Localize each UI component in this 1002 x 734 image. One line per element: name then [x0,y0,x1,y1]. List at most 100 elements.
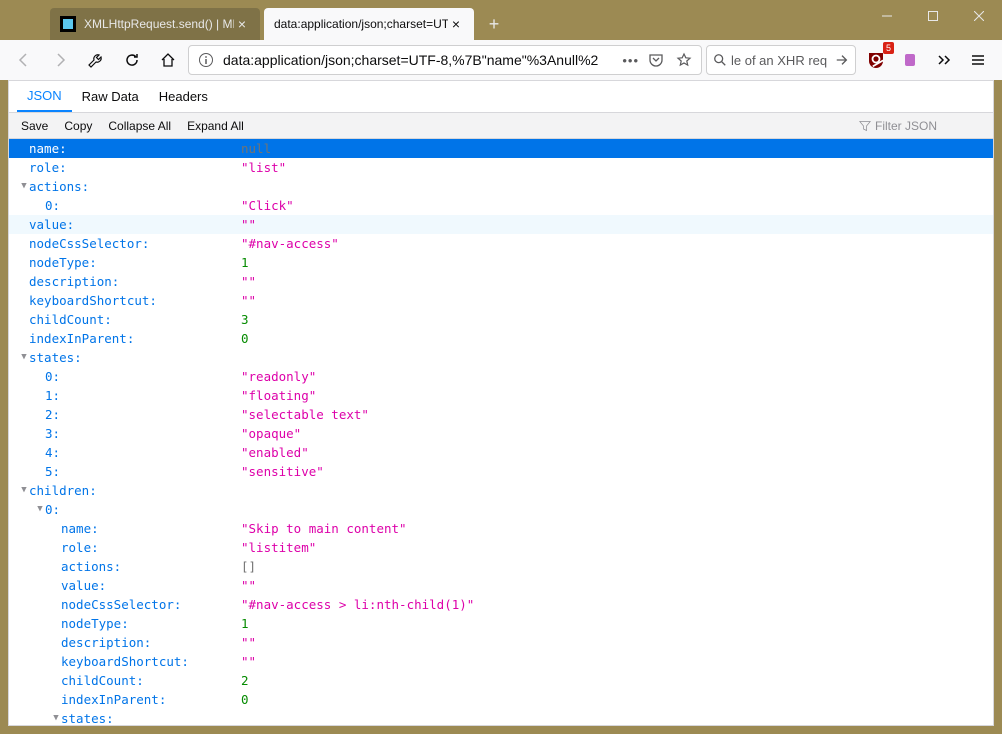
page-action-menu[interactable]: ••• [622,53,639,68]
json-row[interactable]: ▼children: [9,481,993,500]
json-row[interactable]: 0:"readonly" [9,367,993,386]
tab-raw-data[interactable]: Raw Data [72,81,149,112]
json-value: "listitem" [241,540,316,555]
json-row[interactable]: description:"" [9,633,993,652]
json-row[interactable]: childCount:3 [9,310,993,329]
json-value: 0 [241,692,249,707]
json-value: "" [241,293,256,308]
json-key: keyboardShortcut: [61,652,189,671]
back-button[interactable] [8,44,40,76]
json-value: "floating" [241,388,316,403]
json-row[interactable]: childCount:2 [9,671,993,690]
json-value: "Click" [241,198,294,213]
tab-label: XMLHttpRequest.send() | MDN [84,17,234,31]
info-icon[interactable] [195,49,217,71]
home-button[interactable] [152,44,184,76]
expand-all-button[interactable]: Expand All [179,117,252,135]
expand-twisty-icon[interactable]: ▼ [35,500,45,519]
json-row[interactable]: ▼0: [9,500,993,519]
hamburger-menu-icon[interactable] [962,44,994,76]
json-key: nodeCssSelector: [29,234,149,253]
json-key: indexInParent: [61,690,166,709]
json-row[interactable]: 0:"Click" [9,196,993,215]
json-row[interactable]: name:null [9,139,993,158]
json-key: 3: [45,424,60,443]
expand-twisty-icon[interactable]: ▼ [19,348,29,367]
json-row[interactable]: keyboardShortcut: "" [9,291,993,310]
json-row[interactable]: actions:[] [9,557,993,576]
json-row[interactable]: name:"Skip to main content" [9,519,993,538]
json-key: nodeCssSelector: [61,595,181,614]
search-go-icon[interactable] [835,53,849,67]
close-icon[interactable]: × [234,16,250,32]
json-key: value: [29,215,74,234]
json-row[interactable]: indexInParent:0 [9,329,993,348]
json-row[interactable]: ▼actions: [9,177,993,196]
search-input[interactable] [731,53,831,68]
json-value: [] [241,559,256,574]
json-key: children: [29,481,97,500]
json-value: "" [241,274,256,289]
collapse-all-button[interactable]: Collapse All [100,117,179,135]
url-bar[interactable]: data:application/json;charset=UTF-8,%7B"… [188,45,702,75]
forward-button[interactable] [44,44,76,76]
filter-json-input[interactable]: Filter JSON [859,119,989,133]
json-row[interactable]: 2:"selectable text" [9,405,993,424]
tab-headers[interactable]: Headers [149,81,218,112]
json-row[interactable]: role:"list" [9,158,993,177]
save-button[interactable]: Save [13,117,56,135]
json-row[interactable]: value:"" [9,215,993,234]
close-icon[interactable]: × [448,16,464,32]
json-key: childCount: [29,310,112,329]
tab-json[interactable]: JSON [17,81,72,112]
search-bar[interactable] [706,45,856,75]
new-tab-button[interactable]: + [480,10,508,38]
json-value: "enabled" [241,445,309,460]
browser-tab-2[interactable]: data:application/json;charset=UTF × [264,8,474,40]
devtools-button[interactable] [80,44,112,76]
json-row[interactable]: nodeType:1 [9,253,993,272]
json-key: childCount: [61,671,144,690]
tab-label: data:application/json;charset=UTF [274,17,448,31]
ublock-icon[interactable]: 5 [860,44,892,76]
json-row[interactable]: keyboardShortcut:"" [9,652,993,671]
browser-tab-1[interactable]: XMLHttpRequest.send() | MDN × [50,8,260,40]
json-value: "selectable text" [241,407,369,422]
json-row[interactable]: nodeType:1 [9,614,993,633]
json-row[interactable]: nodeCssSelector:"#nav-access" [9,234,993,253]
expand-twisty-icon[interactable]: ▼ [19,177,29,196]
json-tree[interactable]: name:nullrole:"list"▼actions:0:"Click"va… [9,139,993,725]
copy-button[interactable]: Copy [56,117,100,135]
json-value: "readonly" [241,369,316,384]
json-row[interactable]: value:"" [9,576,993,595]
json-row[interactable]: indexInParent: 0 [9,690,993,709]
reload-button[interactable] [116,44,148,76]
json-row[interactable]: 3:"opaque" [9,424,993,443]
json-row[interactable]: 4: "enabled" [9,443,993,462]
json-row[interactable]: ▼states: [9,348,993,367]
json-row[interactable]: 1:"floating" [9,386,993,405]
json-key: 4: [45,443,60,462]
search-icon [713,53,727,67]
extension-icon[interactable] [894,44,926,76]
json-value: "list" [241,160,286,175]
json-value: "" [241,578,256,593]
json-key: states: [61,709,114,725]
maximize-button[interactable] [910,0,956,32]
pocket-icon[interactable] [645,49,667,71]
json-row[interactable]: 5:"sensitive" [9,462,993,481]
expand-twisty-icon[interactable]: ▼ [51,709,61,725]
favicon-mdn [60,16,76,32]
json-row[interactable]: role:"listitem" [9,538,993,557]
json-value: "sensitive" [241,464,324,479]
minimize-button[interactable] [864,0,910,32]
bookmark-star-icon[interactable] [673,49,695,71]
json-row[interactable]: ▼states: [9,709,993,725]
json-key: keyboardShortcut: [29,291,157,310]
overflow-chevrons-icon[interactable] [928,44,960,76]
expand-twisty-icon[interactable]: ▼ [19,481,29,500]
json-key: indexInParent: [29,329,134,348]
json-row[interactable]: nodeCssSelector:"#nav-access > li:nth-ch… [9,595,993,614]
close-window-button[interactable] [956,0,1002,32]
json-row[interactable]: description:"" [9,272,993,291]
